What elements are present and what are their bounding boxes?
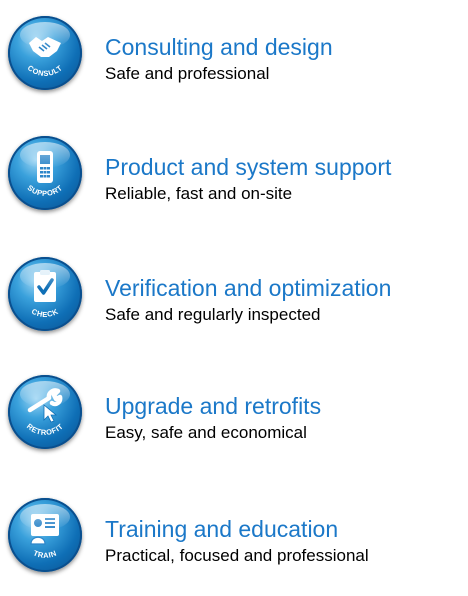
svg-text:CONSULT: CONSULT — [26, 63, 64, 78]
badge-arc-label: CHECK — [30, 307, 60, 319]
badge-arc-label: RETROFIT — [25, 422, 65, 437]
service-item-retrofit: RETROFIT Upgrade and retrofits Easy, saf… — [0, 375, 468, 449]
service-subtitle: Safe and professional — [105, 64, 270, 83]
service-title: Training and education — [105, 516, 339, 542]
service-item-train: TRAIN Training and education Practical, … — [0, 498, 468, 572]
service-subtitle: Safe and regularly inspected — [105, 305, 321, 324]
svg-text:SUPPORT: SUPPORT — [26, 183, 65, 198]
service-subtitle: Practical, focused and professional — [105, 546, 369, 565]
svg-text:TRAIN: TRAIN — [32, 548, 58, 560]
service-subtitle: Reliable, fast and on-site — [105, 184, 293, 203]
support-badge: SUPPORT — [8, 136, 82, 210]
badge-arc-label: SUPPORT — [26, 183, 65, 198]
badge-arc-label: CONSULT — [26, 63, 64, 78]
svg-text:RETROFIT: RETROFIT — [25, 422, 65, 437]
service-subtitle: Easy, safe and economical — [105, 423, 307, 442]
service-item-consult: CONSULT Consulting and design Safe and p… — [0, 16, 468, 90]
service-title: Consulting and design — [105, 34, 333, 60]
service-item-check: CHECK Verification and optimization Safe… — [0, 257, 468, 331]
badge-arc-label: TRAIN — [32, 548, 58, 560]
service-title: Verification and optimization — [105, 275, 392, 301]
check-badge: CHECK — [8, 257, 82, 331]
consult-badge: CONSULT — [8, 16, 82, 90]
services-list: CONSULT Consulting and design Safe and p… — [0, 0, 468, 596]
retrofit-badge: RETROFIT — [8, 375, 82, 449]
train-badge: TRAIN — [8, 498, 82, 572]
svg-text:CHECK: CHECK — [30, 307, 60, 319]
service-title: Upgrade and retrofits — [105, 393, 322, 419]
service-item-support: SUPPORT Product and system support Relia… — [0, 136, 468, 210]
service-title: Product and system support — [105, 154, 392, 180]
